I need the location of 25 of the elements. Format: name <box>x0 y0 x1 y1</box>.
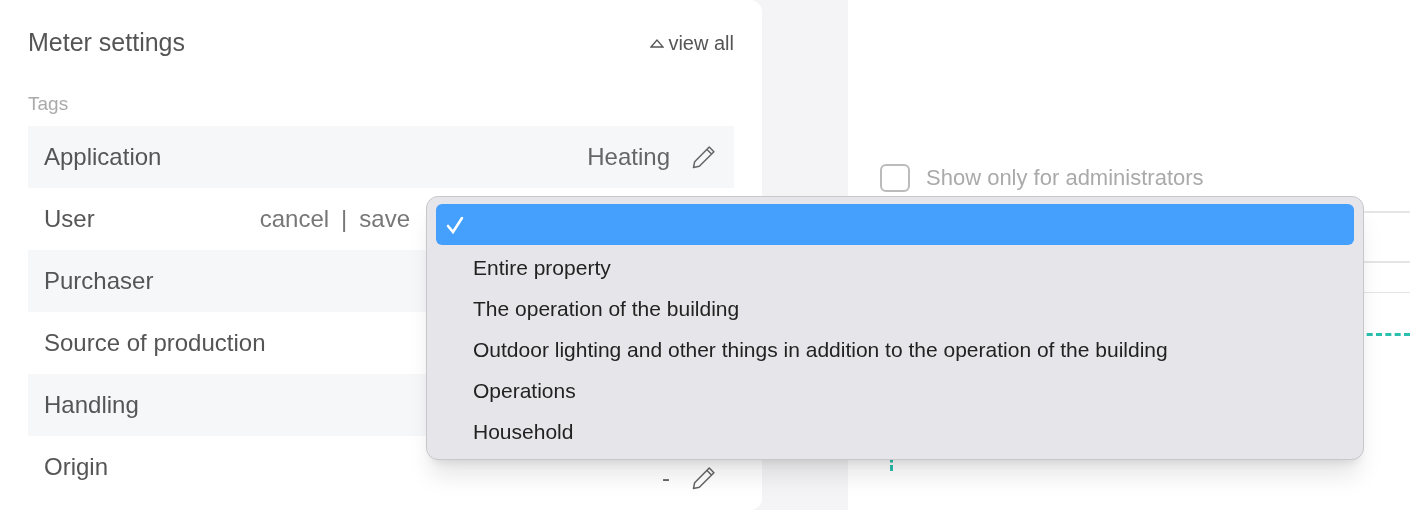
tag-label: User <box>44 204 95 234</box>
cancel-link[interactable]: cancel <box>259 201 330 237</box>
tag-label: Origin <box>44 452 109 482</box>
caret-icon <box>650 37 665 48</box>
tag-label: Application <box>44 142 162 172</box>
tag-label: Source of production <box>44 328 266 358</box>
pencil-icon[interactable] <box>690 143 718 171</box>
tag-label: Handling <box>44 390 139 420</box>
checkmark-icon <box>446 214 464 235</box>
view-all-link[interactable]: view all <box>650 27 734 58</box>
checkbox-label: Show only for administrators <box>926 165 1204 191</box>
pencil-icon[interactable] <box>690 464 718 492</box>
dropdown-option[interactable]: Operations <box>436 370 1354 411</box>
tag-value: Heating <box>587 143 670 171</box>
dropdown-option[interactable]: The operation of the building <box>436 288 1354 329</box>
dropdown-option[interactable]: Household <box>436 411 1354 452</box>
separator: | <box>341 204 348 234</box>
save-link[interactable]: save <box>359 201 410 237</box>
section-label: Tags <box>28 91 70 116</box>
tag-label: Purchaser <box>44 266 154 296</box>
tag-value: - <box>662 464 670 492</box>
panel-title: Meter settings <box>28 27 185 58</box>
dropdown-option[interactable]: Entire property <box>436 247 1354 288</box>
dropdown-option[interactable]: Outdoor lighting and other things in addition to the operation of the building <box>436 329 1354 370</box>
checkbox[interactable] <box>880 164 910 192</box>
